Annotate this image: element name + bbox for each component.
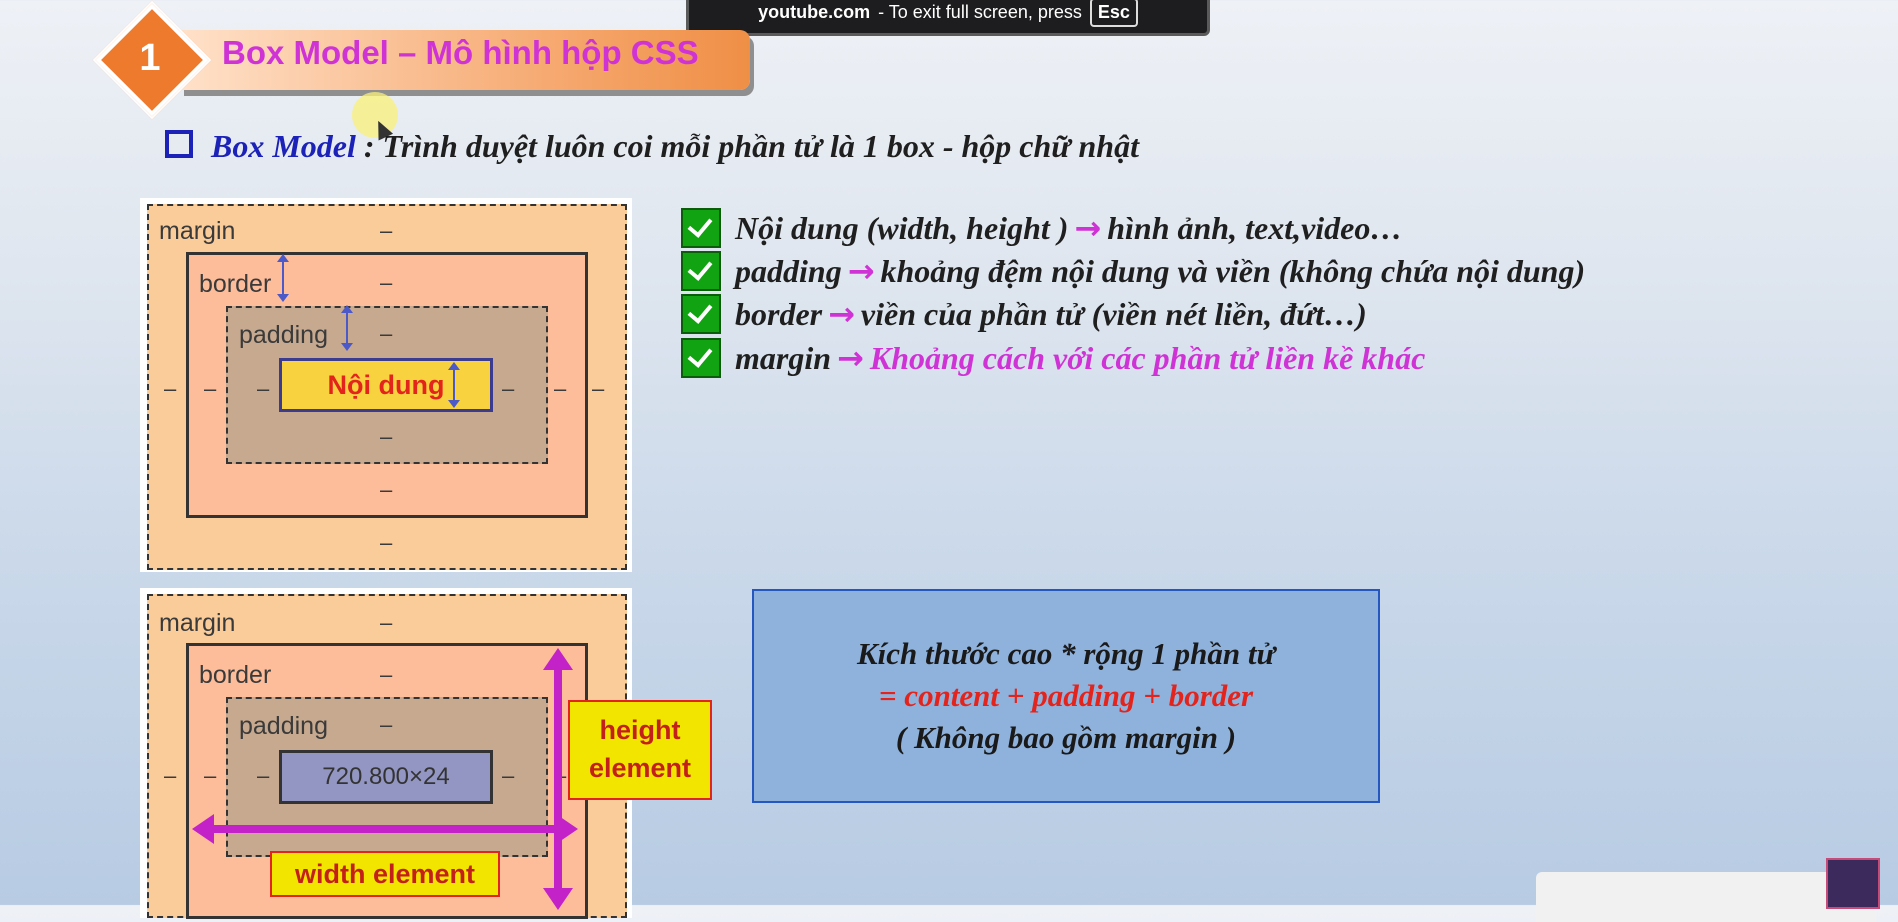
formula-line-1: Kích thước cao * rộng 1 phần tử: [856, 636, 1276, 671]
margin-label: margin: [159, 609, 236, 637]
border-bottom-dash: –: [380, 477, 393, 502]
margin-top-dash: –: [380, 610, 393, 635]
page-title: Box Model – Mô hình hộp CSS: [222, 34, 699, 71]
checkmark-icon: [681, 208, 721, 248]
bullet-desc: Khoảng cách với các phần tử liền kề khác: [869, 339, 1426, 376]
margin-left-dash: –: [164, 763, 177, 788]
esc-key: Esc: [1089, 0, 1138, 27]
slide-number: 1: [139, 36, 161, 79]
border-top-dash: –: [380, 270, 393, 295]
border-left-dash: –: [204, 763, 217, 788]
player-controls-panel[interactable]: [1536, 872, 1876, 922]
subtitle-lead: Box Model: [211, 128, 356, 164]
bullet-desc: khoảng đệm nội dung và viền (không chứa …: [880, 252, 1586, 289]
bullet-padding: padding → khoảng đệm nội dung và viền (k…: [681, 251, 1585, 291]
width-element-tag: width element: [270, 851, 500, 897]
bullet-key: border: [735, 295, 823, 332]
padding-label: padding: [239, 712, 328, 740]
right-arrow-icon: →: [1074, 209, 1102, 247]
border-size-arrow-icon: [277, 254, 289, 302]
checkmark-icon: [681, 338, 721, 378]
content-box: Nội dung: [279, 358, 493, 412]
formula-line-2: = content + padding + border: [878, 678, 1254, 713]
bullet-key: padding: [735, 252, 842, 289]
padding-left-dash: –: [257, 763, 270, 788]
content-size-label: 720.800×24: [322, 763, 450, 790]
margin-right-dash: –: [592, 376, 605, 401]
content-box: 720.800×24: [279, 750, 493, 804]
border-right-dash: –: [554, 376, 567, 401]
bullet-key: margin: [735, 339, 832, 376]
width-arrow-icon: [192, 814, 578, 844]
right-arrow-icon: →: [837, 339, 864, 377]
subtitle: Box Model : Trình duyệt luôn coi mỗi phầ…: [165, 128, 1139, 165]
margin-left-dash: –: [164, 376, 177, 401]
border-top-dash: –: [380, 662, 393, 687]
margin-bottom-dash: –: [380, 530, 393, 555]
square-bullet-icon: [165, 130, 193, 158]
padding-right-dash: –: [502, 763, 515, 788]
height-element-tag: height element: [568, 700, 712, 800]
checkmark-icon: [681, 294, 721, 334]
border-left-dash: –: [204, 376, 217, 401]
content-size-arrow-icon: [448, 362, 460, 408]
bullet-margin: margin → Khoảng cách với các phần tử liề…: [681, 338, 1425, 378]
fullscreen-notice: youtube.com - To exit full screen, press…: [686, 0, 1210, 36]
bullet-border: border → viền của phần tử (viền nét liền…: [681, 294, 1367, 334]
right-arrow-icon: →: [828, 295, 855, 333]
checkmark-icon: [681, 251, 721, 291]
padding-top-dash: –: [380, 321, 393, 346]
margin-label: margin: [159, 217, 236, 245]
size-formula-box: Kích thước cao * rộng 1 phần tử = conten…: [752, 589, 1380, 803]
content-label: Nội dung: [327, 369, 445, 400]
bullet-key: Nội dung (width, height ): [735, 209, 1069, 246]
border-label: border: [199, 661, 272, 689]
subtitle-rest: : Trình duyệt luôn coi mỗi phần tử là 1 …: [363, 128, 1139, 164]
padding-bottom-dash: –: [380, 424, 393, 449]
channel-avatar[interactable]: [1826, 858, 1880, 909]
right-arrow-icon: →: [847, 252, 875, 290]
bullet-content: Nội dung (width, height ) → hình ảnh, te…: [681, 208, 1402, 248]
height-arrow-icon: [543, 648, 573, 910]
bullet-desc: viền của phần tử (viền nét liền, đứt…): [860, 295, 1367, 332]
bullet-desc: hình ảnh, text,video…: [1107, 209, 1403, 246]
notice-text: - To exit full screen, press: [878, 1, 1082, 22]
padding-left-dash: –: [257, 376, 270, 401]
padding-right-dash: –: [502, 376, 515, 401]
padding-top-dash: –: [380, 712, 393, 737]
padding-size-arrow-icon: [341, 305, 353, 351]
border-label: border: [199, 270, 272, 298]
padding-label: padding: [239, 321, 328, 349]
notice-site: youtube.com: [758, 1, 871, 22]
formula-line-3: ( Không bao gồm margin ): [895, 720, 1237, 755]
margin-top-dash: –: [380, 218, 393, 243]
